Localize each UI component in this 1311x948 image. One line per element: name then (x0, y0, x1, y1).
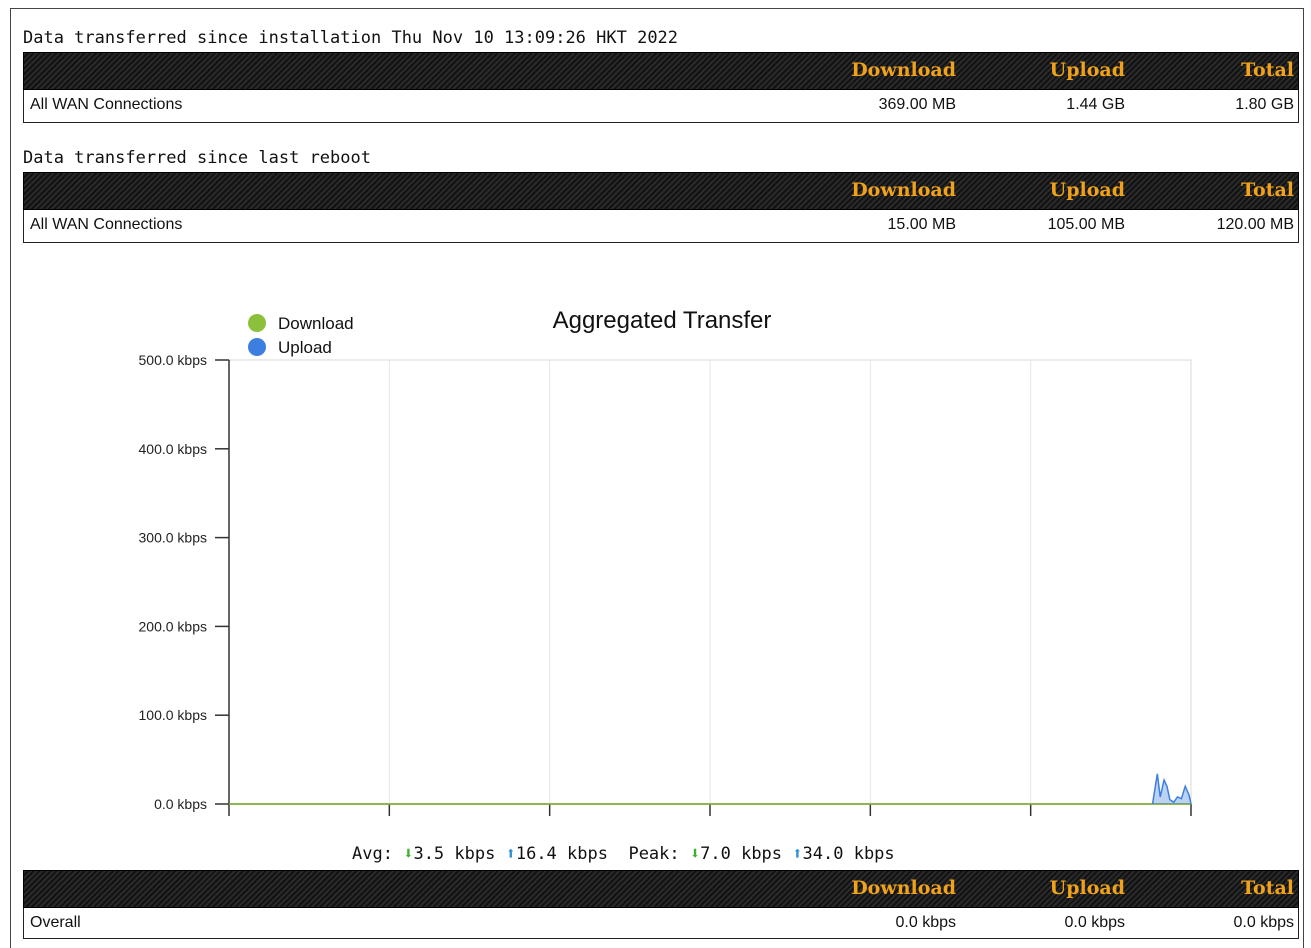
arrow-up-icon: ⬆ (505, 844, 516, 864)
aggregated-transfer-chart: 0.0 kbps 100.0 kbps 200.0 kbps 300.0 kbps 40… (139, 307, 1192, 816)
header-total: Total (1241, 877, 1294, 899)
legend-upload-dot (248, 338, 266, 356)
row-download: 369.00 MB (878, 96, 956, 113)
arrow-up-icon: ⬆ (792, 844, 803, 864)
header-download: Download (851, 877, 956, 899)
legend-download-dot (248, 314, 266, 332)
y-tick-label: 200.0 kbps (139, 618, 208, 634)
row-name: Overall (30, 914, 81, 931)
table-row: All WAN Connections 369.00 MB 1.44 GB 1.… (23, 90, 1299, 123)
row-total: 0.0 kbps (1233, 914, 1294, 931)
header-total: Total (1241, 179, 1294, 201)
y-tick-label: 0.0 kbps (154, 796, 207, 812)
y-tick-label: 300.0 kbps (139, 530, 208, 546)
header-download: Download (851, 59, 956, 81)
reboot-table: Download Upload Total All WAN Connection… (23, 172, 1299, 243)
arrow-down-icon: ⬇ (689, 844, 701, 864)
legend-upload-label: Upload (278, 338, 332, 357)
install-table-header: Download Upload Total (23, 52, 1299, 90)
avg-download: 3.5 kbps (413, 844, 496, 864)
row-upload: 1.44 GB (1066, 96, 1125, 113)
row-name: All WAN Connections (30, 216, 183, 233)
y-tick-label: 500.0 kbps (139, 352, 208, 368)
row-download: 0.0 kbps (895, 914, 956, 931)
reboot-table-header: Download Upload Total (23, 172, 1299, 210)
legend-download-label: Download (278, 314, 354, 333)
row-upload: 105.00 MB (1047, 216, 1125, 233)
y-tick-label: 100.0 kbps (139, 707, 208, 723)
peak-upload: 34.0 kbps (802, 844, 895, 864)
avg-label: Avg: (352, 844, 393, 864)
row-name: All WAN Connections (30, 96, 183, 113)
header-upload: Upload (1049, 179, 1125, 201)
avg-upload: 16.4 kbps (515, 844, 608, 864)
header-upload: Upload (1049, 59, 1125, 81)
y-tick-label: 400.0 kbps (139, 441, 208, 457)
table-row: Overall 0.0 kbps 0.0 kbps 0.0 kbps (23, 908, 1299, 939)
header-download: Download (851, 179, 956, 201)
overall-table: Download Upload Total Overall 0.0 kbps 0… (23, 870, 1299, 939)
row-total: 1.80 GB (1235, 96, 1294, 113)
overall-table-header: Download Upload Total (23, 870, 1299, 908)
header-upload: Upload (1049, 877, 1125, 899)
install-table: Download Upload Total All WAN Connection… (23, 52, 1299, 123)
peak-download: 7.0 kbps (700, 844, 783, 864)
table-row: All WAN Connections 15.00 MB 105.00 MB 1… (23, 210, 1299, 243)
reboot-section-title: Data transferred since last reboot (23, 148, 371, 168)
install-section-title: Data transferred since installation Thu … (23, 28, 679, 48)
chart-title: Aggregated Transfer (553, 307, 772, 334)
stats-line: Avg: ⬇3.5 kbps ⬆16.4 kbps Peak: ⬇7.0 kbp… (352, 844, 895, 864)
peak-label: Peak: (628, 844, 680, 864)
row-upload: 0.0 kbps (1064, 914, 1125, 931)
row-total: 120.00 MB (1216, 216, 1294, 233)
row-download: 15.00 MB (887, 216, 956, 233)
arrow-down-icon: ⬇ (403, 844, 414, 864)
header-total: Total (1241, 59, 1294, 81)
